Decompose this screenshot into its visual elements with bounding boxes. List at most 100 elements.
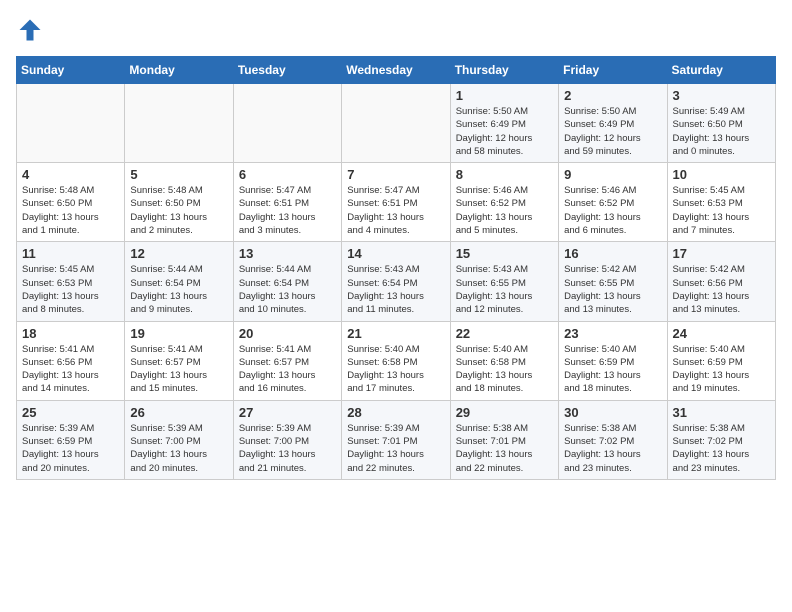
column-header-thursday: Thursday	[450, 57, 558, 84]
day-number: 27	[239, 405, 336, 420]
day-number: 28	[347, 405, 444, 420]
day-info: Sunrise: 5:40 AM Sunset: 6:58 PM Dayligh…	[456, 343, 553, 396]
calendar-week-row: 25 Sunrise: 5:39 AM Sunset: 6:59 PM Dayli…	[17, 400, 776, 479]
day-number: 3	[673, 88, 770, 103]
day-number: 12	[130, 246, 227, 261]
column-header-wednesday: Wednesday	[342, 57, 450, 84]
day-info: Sunrise: 5:49 AM Sunset: 6:50 PM Dayligh…	[673, 105, 770, 158]
day-number: 2	[564, 88, 661, 103]
day-number: 14	[347, 246, 444, 261]
day-number: 21	[347, 326, 444, 341]
calendar-week-row: 11 Sunrise: 5:45 AM Sunset: 6:53 PM Dayli…	[17, 242, 776, 321]
day-number: 30	[564, 405, 661, 420]
day-info: Sunrise: 5:39 AM Sunset: 7:01 PM Dayligh…	[347, 422, 444, 475]
day-number: 6	[239, 167, 336, 182]
day-info: Sunrise: 5:45 AM Sunset: 6:53 PM Dayligh…	[673, 184, 770, 237]
day-info: Sunrise: 5:44 AM Sunset: 6:54 PM Dayligh…	[239, 263, 336, 316]
day-info: Sunrise: 5:39 AM Sunset: 7:00 PM Dayligh…	[239, 422, 336, 475]
calendar-cell: 23 Sunrise: 5:40 AM Sunset: 6:59 PM Dayli…	[559, 321, 667, 400]
day-info: Sunrise: 5:50 AM Sunset: 6:49 PM Dayligh…	[456, 105, 553, 158]
calendar-cell: 13 Sunrise: 5:44 AM Sunset: 6:54 PM Dayli…	[233, 242, 341, 321]
day-info: Sunrise: 5:39 AM Sunset: 7:00 PM Dayligh…	[130, 422, 227, 475]
calendar-cell: 21 Sunrise: 5:40 AM Sunset: 6:58 PM Dayli…	[342, 321, 450, 400]
day-number: 1	[456, 88, 553, 103]
day-info: Sunrise: 5:45 AM Sunset: 6:53 PM Dayligh…	[22, 263, 119, 316]
calendar-cell: 15 Sunrise: 5:43 AM Sunset: 6:55 PM Dayli…	[450, 242, 558, 321]
calendar-cell	[17, 84, 125, 163]
column-header-monday: Monday	[125, 57, 233, 84]
calendar-cell: 31Sunrise: 5:38 AM Sunset: 7:02 PM Dayli…	[667, 400, 775, 479]
day-info: Sunrise: 5:40 AM Sunset: 6:58 PM Dayligh…	[347, 343, 444, 396]
column-header-sunday: Sunday	[17, 57, 125, 84]
day-number: 18	[22, 326, 119, 341]
day-number: 13	[239, 246, 336, 261]
day-info: Sunrise: 5:43 AM Sunset: 6:55 PM Dayligh…	[456, 263, 553, 316]
day-number: 15	[456, 246, 553, 261]
day-number: 16	[564, 246, 661, 261]
day-info: Sunrise: 5:43 AM Sunset: 6:54 PM Dayligh…	[347, 263, 444, 316]
day-info: Sunrise: 5:41 AM Sunset: 6:57 PM Dayligh…	[239, 343, 336, 396]
calendar-cell	[233, 84, 341, 163]
day-info: Sunrise: 5:42 AM Sunset: 6:56 PM Dayligh…	[673, 263, 770, 316]
day-info: Sunrise: 5:39 AM Sunset: 6:59 PM Dayligh…	[22, 422, 119, 475]
calendar-cell: 5 Sunrise: 5:48 AM Sunset: 6:50 PM Daylig…	[125, 163, 233, 242]
calendar-cell: 6Sunrise: 5:47 AM Sunset: 6:51 PM Daylig…	[233, 163, 341, 242]
calendar-cell	[125, 84, 233, 163]
calendar-cell: 12 Sunrise: 5:44 AM Sunset: 6:54 PM Dayli…	[125, 242, 233, 321]
calendar-cell: 7Sunrise: 5:47 AM Sunset: 6:51 PM Daylig…	[342, 163, 450, 242]
calendar-cell: 25 Sunrise: 5:39 AM Sunset: 6:59 PM Dayli…	[17, 400, 125, 479]
day-number: 5	[130, 167, 227, 182]
day-info: Sunrise: 5:48 AM Sunset: 6:50 PM Dayligh…	[130, 184, 227, 237]
day-number: 8	[456, 167, 553, 182]
day-info: Sunrise: 5:38 AM Sunset: 7:02 PM Dayligh…	[673, 422, 770, 475]
calendar-cell: 26 Sunrise: 5:39 AM Sunset: 7:00 PM Dayli…	[125, 400, 233, 479]
calendar-cell: 2Sunrise: 5:50 AM Sunset: 6:49 PM Daylig…	[559, 84, 667, 163]
day-info: Sunrise: 5:41 AM Sunset: 6:57 PM Dayligh…	[130, 343, 227, 396]
calendar-cell: 11 Sunrise: 5:45 AM Sunset: 6:53 PM Dayli…	[17, 242, 125, 321]
calendar-cell: 27 Sunrise: 5:39 AM Sunset: 7:00 PM Dayli…	[233, 400, 341, 479]
day-info: Sunrise: 5:40 AM Sunset: 6:59 PM Dayligh…	[673, 343, 770, 396]
day-info: Sunrise: 5:42 AM Sunset: 6:55 PM Dayligh…	[564, 263, 661, 316]
day-info: Sunrise: 5:40 AM Sunset: 6:59 PM Dayligh…	[564, 343, 661, 396]
calendar-body: 1 Sunrise: 5:50 AM Sunset: 6:49 PM Daylig…	[17, 84, 776, 480]
calendar-header: SundayMondayTuesdayWednesdayThursdayFrid…	[17, 57, 776, 84]
day-header-row: SundayMondayTuesdayWednesdayThursdayFrid…	[17, 57, 776, 84]
calendar-cell: 4Sunrise: 5:48 AM Sunset: 6:50 PM Daylig…	[17, 163, 125, 242]
column-header-friday: Friday	[559, 57, 667, 84]
page-header	[16, 16, 776, 44]
calendar-cell: 17 Sunrise: 5:42 AM Sunset: 6:56 PM Dayli…	[667, 242, 775, 321]
calendar-cell: 30 Sunrise: 5:38 AM Sunset: 7:02 PM Dayli…	[559, 400, 667, 479]
calendar-cell: 10 Sunrise: 5:45 AM Sunset: 6:53 PM Dayli…	[667, 163, 775, 242]
column-header-tuesday: Tuesday	[233, 57, 341, 84]
calendar-cell: 8 Sunrise: 5:46 AM Sunset: 6:52 PM Daylig…	[450, 163, 558, 242]
day-info: Sunrise: 5:46 AM Sunset: 6:52 PM Dayligh…	[456, 184, 553, 237]
calendar-cell: 19 Sunrise: 5:41 AM Sunset: 6:57 PM Dayli…	[125, 321, 233, 400]
day-info: Sunrise: 5:48 AM Sunset: 6:50 PM Dayligh…	[22, 184, 119, 237]
day-info: Sunrise: 5:46 AM Sunset: 6:52 PM Dayligh…	[564, 184, 661, 237]
calendar-cell: 16 Sunrise: 5:42 AM Sunset: 6:55 PM Dayli…	[559, 242, 667, 321]
day-info: Sunrise: 5:44 AM Sunset: 6:54 PM Dayligh…	[130, 263, 227, 316]
calendar-cell: 28 Sunrise: 5:39 AM Sunset: 7:01 PM Dayli…	[342, 400, 450, 479]
day-number: 9	[564, 167, 661, 182]
day-number: 19	[130, 326, 227, 341]
day-number: 24	[673, 326, 770, 341]
day-number: 25	[22, 405, 119, 420]
day-info: Sunrise: 5:38 AM Sunset: 7:02 PM Dayligh…	[564, 422, 661, 475]
calendar-week-row: 1 Sunrise: 5:50 AM Sunset: 6:49 PM Daylig…	[17, 84, 776, 163]
logo-icon	[16, 16, 44, 44]
day-number: 22	[456, 326, 553, 341]
day-number: 7	[347, 167, 444, 182]
day-info: Sunrise: 5:38 AM Sunset: 7:01 PM Dayligh…	[456, 422, 553, 475]
calendar-cell: 1 Sunrise: 5:50 AM Sunset: 6:49 PM Daylig…	[450, 84, 558, 163]
calendar-cell: 22 Sunrise: 5:40 AM Sunset: 6:58 PM Dayli…	[450, 321, 558, 400]
day-number: 11	[22, 246, 119, 261]
calendar-cell: 29 Sunrise: 5:38 AM Sunset: 7:01 PM Dayli…	[450, 400, 558, 479]
day-number: 29	[456, 405, 553, 420]
day-number: 10	[673, 167, 770, 182]
day-number: 26	[130, 405, 227, 420]
day-number: 23	[564, 326, 661, 341]
calendar-cell	[342, 84, 450, 163]
day-number: 17	[673, 246, 770, 261]
calendar-cell: 3 Sunrise: 5:49 AM Sunset: 6:50 PM Daylig…	[667, 84, 775, 163]
column-header-saturday: Saturday	[667, 57, 775, 84]
